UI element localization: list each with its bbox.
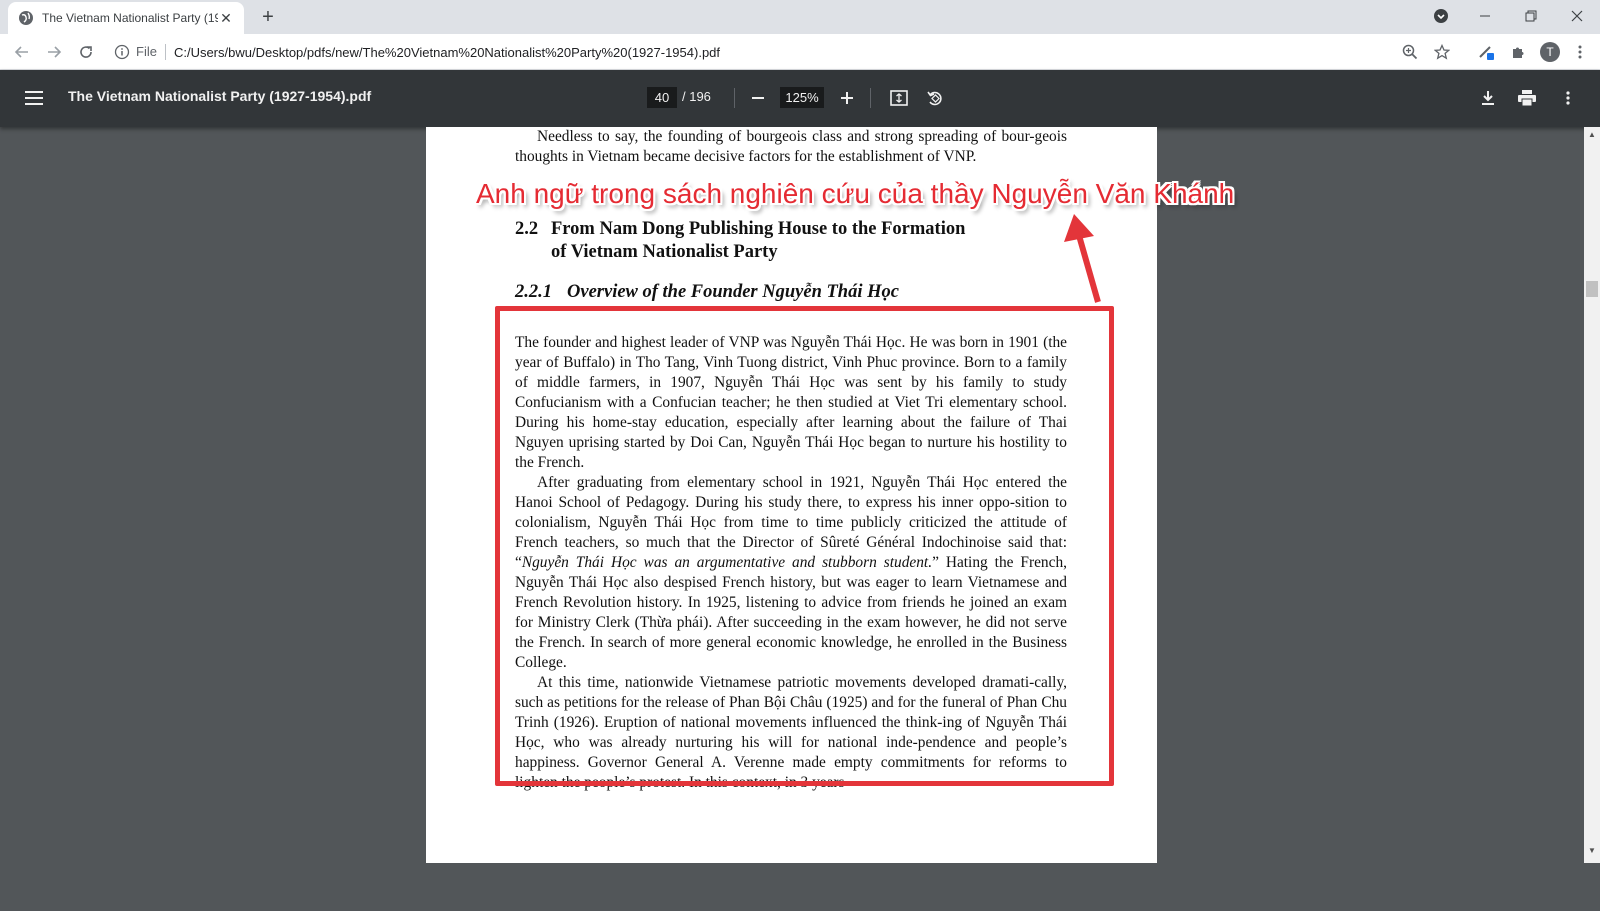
subsection-title: Overview of the Founder Nguyễn Thái Học: [567, 282, 899, 302]
subsection-number: 2.2.1: [515, 282, 552, 302]
forward-icon[interactable]: [42, 40, 66, 64]
more-options-icon[interactable]: [1556, 86, 1580, 110]
profile-avatar[interactable]: T: [1538, 40, 1562, 64]
rotate-icon[interactable]: [923, 86, 947, 110]
browser-tab[interactable]: The Vietnam Nationalist Party (19 ✕: [8, 2, 244, 34]
pdf-toolbar: The Vietnam Nationalist Party (1927-1954…: [0, 70, 1600, 127]
url-text[interactable]: C:/Users/bwu/Desktop/pdfs/new/The%20Viet…: [174, 45, 720, 60]
fit-to-page-icon[interactable]: [887, 86, 911, 110]
section-title-line1: From Nam Dong Publishing House to the Fo…: [551, 219, 966, 239]
profile-initial: T: [1546, 45, 1554, 59]
info-icon[interactable]: [114, 44, 130, 60]
zoom-in-icon[interactable]: [835, 86, 859, 110]
intro-paragraph: Needless to say, the founding of bourgeo…: [515, 127, 1067, 167]
reload-icon[interactable]: [74, 40, 98, 64]
scroll-up-arrow-icon[interactable]: ▲: [1584, 129, 1600, 141]
scrollbar-thumb[interactable]: [1586, 281, 1598, 297]
scroll-down-arrow-icon[interactable]: ▼: [1584, 845, 1600, 857]
zoom-out-icon[interactable]: [746, 86, 770, 110]
extension-icon[interactable]: [1474, 40, 1498, 64]
download-icon[interactable]: [1476, 86, 1500, 110]
pdf-title: The Vietnam Nationalist Party (1927-1954…: [68, 88, 372, 104]
subsection-heading: 2.2.1 Overview of the Founder Nguyễn Thái…: [515, 281, 1067, 304]
arrow-annotation: [1064, 214, 1101, 303]
browser-toolbar: File C:/Users/bwu/Desktop/pdfs/new/The%2…: [0, 34, 1600, 70]
tab-search-icon[interactable]: [1418, 0, 1464, 32]
section-heading: 2.2 From Nam Dong Publishing House to the…: [515, 218, 1067, 264]
print-icon[interactable]: [1515, 86, 1539, 110]
highlight-box: [495, 306, 1114, 786]
page-total: / 196: [682, 89, 711, 104]
more-menu-icon[interactable]: [1568, 40, 1592, 64]
zoom-icon[interactable]: [1398, 40, 1422, 64]
zoom-level-input[interactable]: 125%: [780, 87, 824, 108]
globe-icon: [18, 10, 34, 26]
toolbar-divider: [870, 88, 871, 108]
scheme-label: File: [136, 44, 166, 60]
toolbar-divider: [734, 88, 735, 108]
minimize-icon[interactable]: [1462, 0, 1508, 32]
address-bar[interactable]: File C:/Users/bwu/Desktop/pdfs/new/The%2…: [106, 38, 1450, 66]
hamburger-menu-icon[interactable]: [22, 86, 46, 110]
tab-strip: The Vietnam Nationalist Party (19 ✕ +: [0, 0, 1600, 34]
restore-icon[interactable]: [1508, 0, 1554, 32]
puzzle-icon[interactable]: [1506, 40, 1530, 64]
new-tab-button[interactable]: +: [256, 6, 280, 30]
section-title-line2: of Vietnam Nationalist Party: [551, 242, 778, 262]
intro-text: Needless to say, the founding of bourgeo…: [515, 128, 1067, 165]
bookmark-star-icon[interactable]: [1430, 40, 1454, 64]
close-window-icon[interactable]: [1554, 0, 1600, 32]
close-tab-icon[interactable]: ✕: [218, 10, 234, 26]
back-icon[interactable]: [10, 40, 34, 64]
annotation-caption: Anh ngữ trong sách nghiên cứu của thầy N…: [476, 178, 1235, 209]
page-number-input[interactable]: 40: [647, 87, 677, 108]
section-number: 2.2: [515, 219, 539, 239]
vertical-scrollbar[interactable]: ▲ ▼: [1584, 127, 1600, 863]
tab-title: The Vietnam Nationalist Party (19: [42, 11, 218, 25]
